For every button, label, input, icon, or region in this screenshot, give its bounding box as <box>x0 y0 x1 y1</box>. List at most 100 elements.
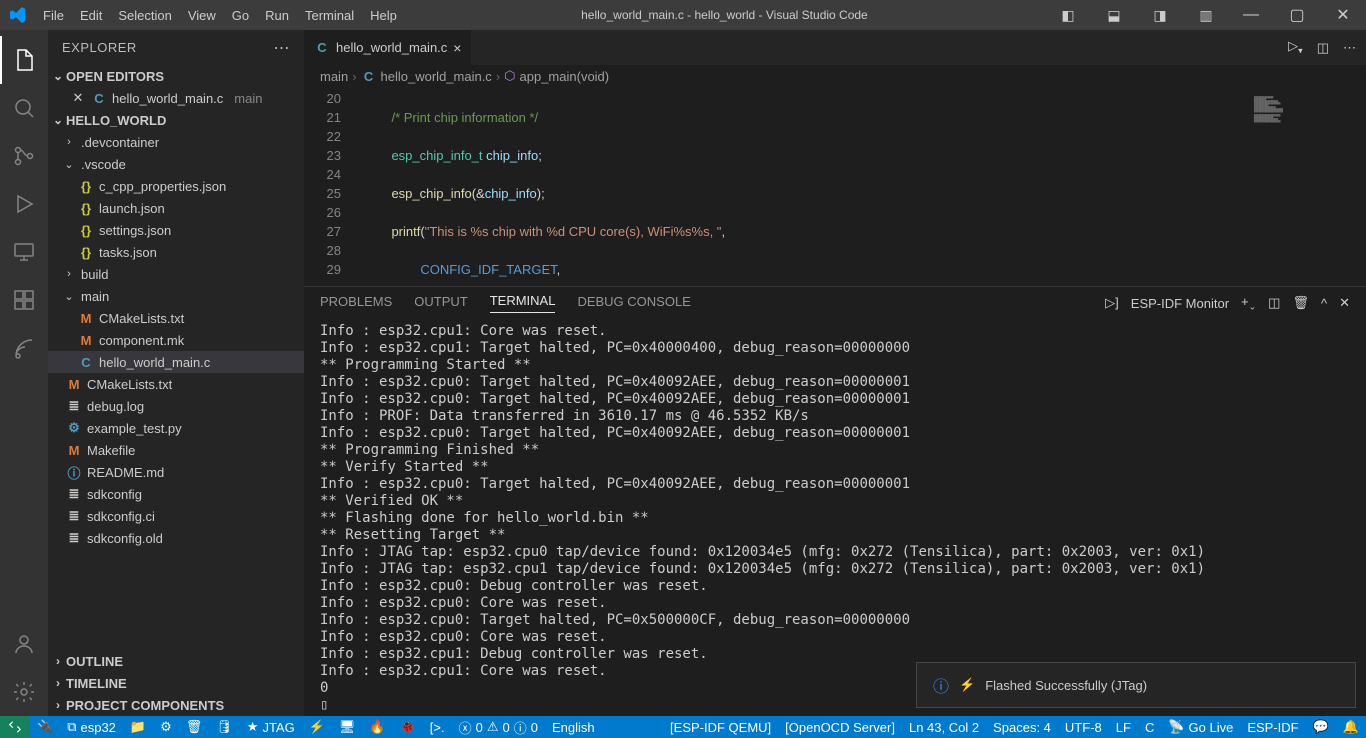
explorer-icon[interactable] <box>0 36 48 84</box>
tab-terminal[interactable]: TERMINAL <box>490 293 556 313</box>
close-icon[interactable]: ✕ <box>1320 0 1366 30</box>
more-actions-icon[interactable]: ⋯ <box>1343 40 1356 56</box>
tab-problems[interactable]: PROBLEMS <box>320 294 392 313</box>
espressif-icon[interactable] <box>0 324 48 372</box>
extensions-icon[interactable] <box>0 276 48 324</box>
status-terminal-icon[interactable]: [>. <box>423 716 452 738</box>
status-golive[interactable]: 📡 Go Live <box>1161 716 1240 738</box>
menu-file[interactable]: File <box>35 0 72 30</box>
file-example-test[interactable]: ⚙example_test.py <box>48 417 304 439</box>
file-launch[interactable]: {}launch.json <box>48 197 304 219</box>
layout-right-icon[interactable]: ◨ <box>1136 0 1182 30</box>
file-sdkconfig-ci[interactable]: ≣sdkconfig.ci <box>48 505 304 527</box>
split-terminal-icon[interactable]: ◫ <box>1268 295 1280 311</box>
file-makefile[interactable]: MMakefile <box>48 439 304 461</box>
remote-indicator[interactable] <box>0 716 30 738</box>
timeline-section[interactable]: ›TIMELINE <box>48 672 304 694</box>
settings-icon[interactable] <box>0 668 48 716</box>
terminal-output[interactable]: Info : esp32.cpu1: Core was reset. Info … <box>304 319 1366 716</box>
status-openocd[interactable]: [OpenOCD Server] <box>778 716 902 738</box>
status-plug-icon[interactable]: 🔌 <box>30 716 60 738</box>
minimap[interactable]: ████████████████████████████████████████… <box>1246 87 1366 286</box>
status-build-icon[interactable]: 🛢 <box>209 716 240 738</box>
run-icon[interactable]: ▷▾ <box>1288 38 1303 57</box>
status-filetype[interactable]: C <box>1138 716 1161 738</box>
file-settings[interactable]: {}settings.json <box>48 219 304 241</box>
file-cpp-properties[interactable]: {}c_cpp_properties.json <box>48 175 304 197</box>
folder-build[interactable]: ›build <box>48 263 304 285</box>
maximize-panel-icon[interactable]: ^ <box>1321 296 1327 311</box>
minimize-icon[interactable]: — <box>1228 0 1274 30</box>
notification-toast[interactable]: ⓘ ⚡ Flashed Successfully (JTag) <box>916 662 1356 708</box>
terminal-profile-label[interactable]: ESP-IDF Monitor <box>1131 296 1229 311</box>
new-terminal-icon[interactable]: +⌄ <box>1241 294 1256 313</box>
close-editor-icon[interactable]: ✕ <box>70 90 86 106</box>
split-editor-icon[interactable]: ◫ <box>1317 40 1329 56</box>
code-editor[interactable]: 20212223242526272829 /* Print chip infor… <box>304 87 1366 286</box>
file-cmakelists-root[interactable]: MCMakeLists.txt <box>48 373 304 395</box>
file-componentmk[interactable]: Mcomponent.mk <box>48 329 304 351</box>
status-feedback-icon[interactable]: 💬 <box>1306 716 1336 738</box>
open-editor-item[interactable]: ✕ C hello_world_main.c main <box>48 87 304 109</box>
remote-explorer-icon[interactable] <box>0 228 48 276</box>
layout-grid-icon[interactable]: ▥ <box>1182 0 1228 30</box>
status-bug-icon[interactable]: 🐞 <box>393 716 423 738</box>
status-monitor-icon[interactable]: 🖥 <box>332 716 363 738</box>
tab-hello-world-main[interactable]: C hello_world_main.c × <box>304 30 472 65</box>
menu-terminal[interactable]: Terminal <box>297 0 362 30</box>
run-debug-icon[interactable] <box>0 180 48 228</box>
file-sdkconfig-old[interactable]: ≣sdkconfig.old <box>48 527 304 549</box>
close-panel-icon[interactable]: ✕ <box>1339 295 1350 311</box>
status-clean-icon[interactable]: 🗑 <box>179 716 210 738</box>
file-debug-log[interactable]: ≣debug.log <box>48 395 304 417</box>
file-readme[interactable]: ⓘREADME.md <box>48 461 304 483</box>
status-flash-icon[interactable]: ⚡ <box>302 716 332 738</box>
outline-section[interactable]: ›OUTLINE <box>48 650 304 672</box>
status-target[interactable]: ⧉ esp32 <box>60 716 123 738</box>
menu-go[interactable]: Go <box>224 0 257 30</box>
status-eol[interactable]: LF <box>1109 716 1138 738</box>
maximize-icon[interactable]: ▢ <box>1274 0 1320 30</box>
tab-output[interactable]: OUTPUT <box>414 294 467 313</box>
status-cursor-position[interactable]: Ln 43, Col 2 <box>902 716 986 738</box>
breadcrumb[interactable]: main› Chello_world_main.c› ⬡app_main(voi… <box>304 65 1366 87</box>
status-flame-icon[interactable]: 🔥 <box>362 716 392 738</box>
layout-left-icon[interactable]: ◧ <box>1044 0 1090 30</box>
status-espidf[interactable]: ESP-IDF <box>1240 716 1305 738</box>
project-folder-section[interactable]: ⌄HELLO_WORLD <box>48 109 304 131</box>
menu-view[interactable]: View <box>180 0 224 30</box>
sidebar-more-icon[interactable]: ⋯ <box>274 38 291 58</box>
status-bell-icon[interactable]: 🔔 <box>1336 716 1366 738</box>
accounts-icon[interactable] <box>0 620 48 668</box>
file-cmakelists-main[interactable]: MCMakeLists.txt <box>48 307 304 329</box>
status-indentation[interactable]: Spaces: 4 <box>986 716 1058 738</box>
status-bar: 🔌 ⧉ esp32 📁 ⚙ 🗑 🛢 ★ JTAG ⚡ 🖥 🔥 🐞 [>. ⓧ 0… <box>0 716 1366 738</box>
status-problems[interactable]: ⓧ 0 ⚠ 0 ⓘ 0 <box>452 716 545 738</box>
file-sdkconfig[interactable]: ≣sdkconfig <box>48 483 304 505</box>
terminal-launch-icon[interactable]: ▷] <box>1105 295 1119 311</box>
status-gear-icon[interactable]: ⚙ <box>153 716 179 738</box>
status-flash-method[interactable]: ★ JTAG <box>240 716 302 738</box>
status-qemu[interactable]: [ESP-IDF QEMU] <box>663 716 778 738</box>
status-language-mode[interactable]: English <box>545 716 602 738</box>
folder-vscode[interactable]: ⌄.vscode <box>48 153 304 175</box>
file-hello-world-main[interactable]: Chello_world_main.c <box>48 351 304 373</box>
menu-help[interactable]: Help <box>362 0 405 30</box>
menu-run[interactable]: Run <box>257 0 297 30</box>
layout-bottom-icon[interactable]: ⬓ <box>1090 0 1136 30</box>
folder-main[interactable]: ⌄main <box>48 285 304 307</box>
status-folder-icon[interactable]: 📁 <box>123 716 153 738</box>
source-control-icon[interactable] <box>0 132 48 180</box>
menu-edit[interactable]: Edit <box>72 0 110 30</box>
kill-terminal-icon[interactable]: 🗑 <box>1292 295 1309 311</box>
tab-close-icon[interactable]: × <box>453 40 461 56</box>
status-encoding[interactable]: UTF-8 <box>1058 716 1109 738</box>
folder-devcontainer[interactable]: ›.devcontainer <box>48 131 304 153</box>
project-components-section[interactable]: ›PROJECT COMPONENTS <box>48 694 304 716</box>
tab-debug-console[interactable]: DEBUG CONSOLE <box>577 294 690 313</box>
search-icon[interactable] <box>0 84 48 132</box>
menu-selection[interactable]: Selection <box>110 0 179 30</box>
file-tasks[interactable]: {}tasks.json <box>48 241 304 263</box>
code-content[interactable]: /* Print chip information */ esp_chip_in… <box>359 87 1366 286</box>
open-editors-section[interactable]: ⌄OPEN EDITORS <box>48 65 304 87</box>
